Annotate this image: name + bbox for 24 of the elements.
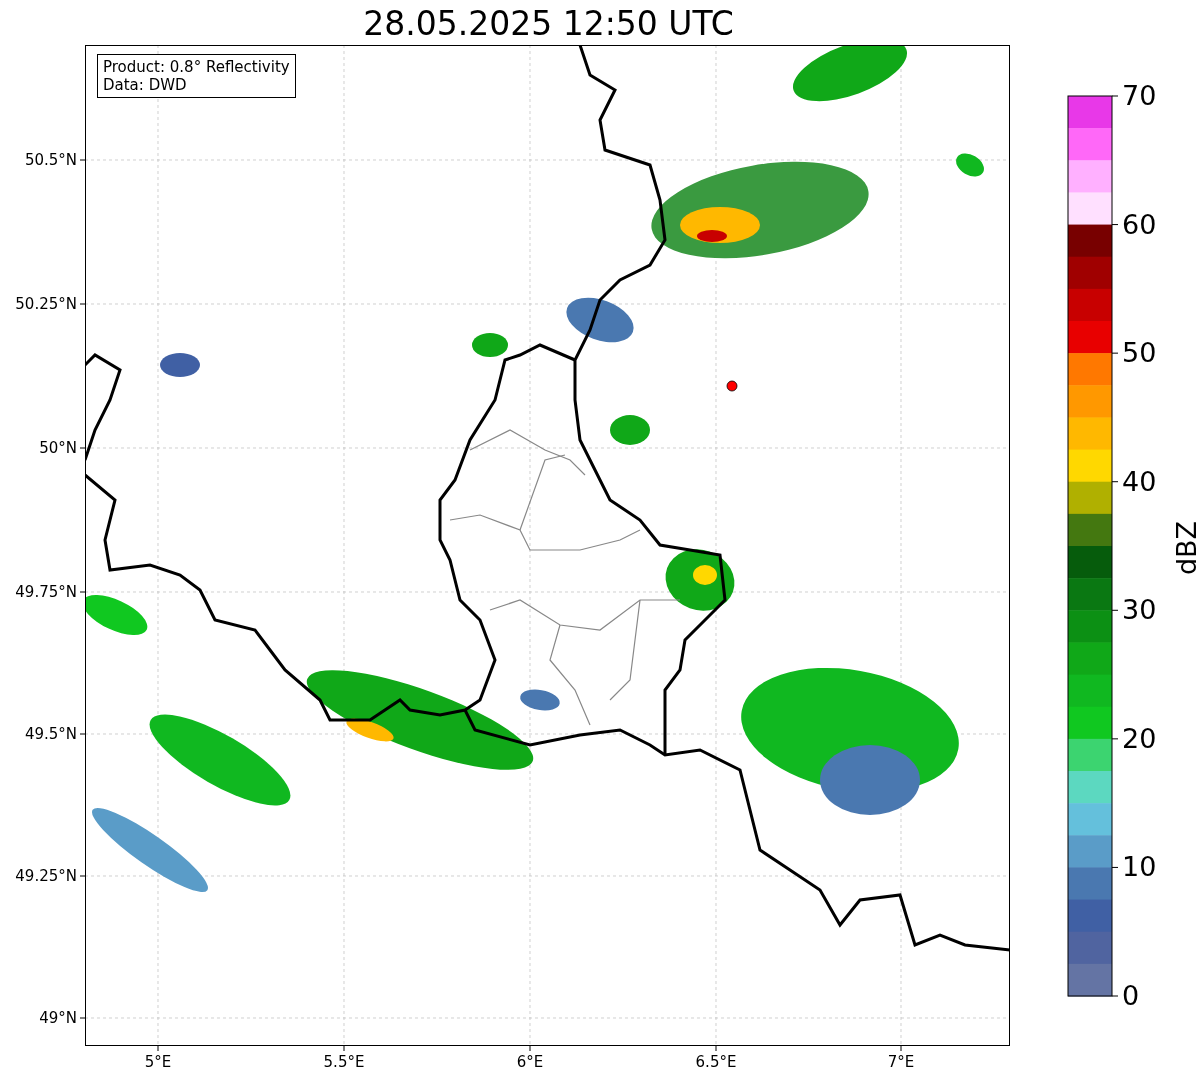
latitude-label: 50°N xyxy=(39,438,77,458)
chart-title: 28.05.2025 12:50 UTC xyxy=(362,3,735,45)
longitude-label: 6.5°E xyxy=(694,1052,738,1072)
info-text: Data: DWD xyxy=(103,76,188,94)
colorbar-tick-label: 50 xyxy=(1122,336,1157,371)
latitude-label: 49.5°N xyxy=(24,724,77,744)
longitude-label: 5°E xyxy=(143,1052,173,1072)
colorbar-tick-label: 60 xyxy=(1122,207,1157,242)
colorbar-tick-label: 20 xyxy=(1122,721,1157,756)
longitude-label: 7°E xyxy=(886,1052,916,1072)
colorbar-tick-label: 0 xyxy=(1122,979,1140,1013)
colorbar-tick-label: 70 xyxy=(1122,79,1157,113)
colorbar-tick-label: 10 xyxy=(1122,850,1157,885)
latitude-label: 49.25°N xyxy=(15,866,77,886)
longitude-label: 5.5°E xyxy=(322,1052,366,1072)
latitude-label: 50.25°N xyxy=(15,294,77,314)
longitude-label: 6°E xyxy=(515,1052,545,1072)
info-text: Product: 0.8° Reflectivity xyxy=(103,58,290,76)
colorbar-label: dBZ xyxy=(1170,520,1202,576)
latitude-label: 49°N xyxy=(39,1008,77,1028)
latitude-label: 50.5°N xyxy=(24,150,77,170)
latitude-label: 49.75°N xyxy=(15,582,77,602)
colorbar-tick-label: 40 xyxy=(1122,464,1157,499)
colorbar-tick-label: 30 xyxy=(1122,593,1157,628)
